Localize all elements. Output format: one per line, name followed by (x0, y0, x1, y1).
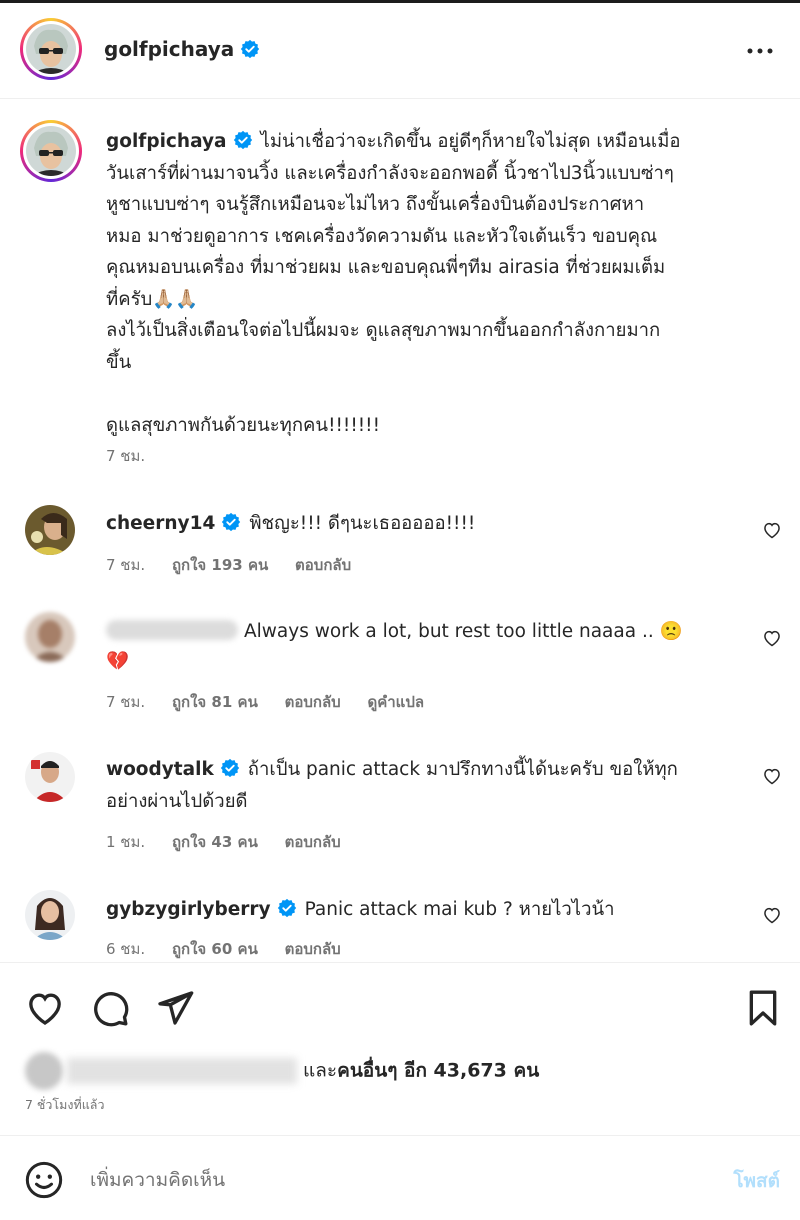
caption-timestamp[interactable]: 7 ชม. (106, 444, 145, 468)
comment-username[interactable]: cheerny14 (106, 513, 215, 534)
comment-meta: 1 ชม. ถูกใจ 43 คน ตอบกลับ (106, 830, 363, 854)
comment-like-count[interactable]: ถูกใจ 193 คน (172, 556, 268, 574)
comment-username[interactable]: woodytalk (106, 759, 214, 780)
heart-icon[interactable] (762, 766, 782, 786)
comment-body: Panic attack mai kub ? หายไวไวน้า (304, 899, 615, 920)
caption-line: ขึ้น (106, 351, 132, 373)
comment-timestamp[interactable]: 7 ชม. (106, 556, 145, 574)
comment-text: Always work a lot, but rest too little n… (106, 616, 683, 647)
reply-button[interactable]: ตอบกลับ (285, 693, 341, 711)
comment-like-count[interactable]: ถูกใจ 43 คน (172, 833, 258, 851)
caption-line: วันเสาร์ที่ผ่านมาจนวิ้ง และเครื่องกำลังจ… (106, 162, 674, 184)
comment-text: cheerny14 พิชญะ!!! ดีๆนะเธอออออ!!!! (106, 508, 475, 539)
likes-others-count[interactable]: คนอื่นๆ อีก 43,673 คน (337, 1060, 539, 1082)
caption-line: หูชาแบบซ่าๆ จนรู้สึกเหมือนจะไม่ไหว ถึงขั… (106, 194, 645, 215)
caption-line (106, 378, 766, 410)
caption-line: golfpichaya ไม่น่าเชื่อว่าจะเกิดขึ้น อยู่… (106, 126, 766, 158)
heart-icon[interactable] (762, 520, 782, 540)
comment-timestamp[interactable]: 7 ชม. (106, 693, 145, 711)
post-header: golfpichaya (0, 3, 800, 99)
liker-name-blurred[interactable] (67, 1058, 297, 1084)
likes-summary[interactable]: และคนอื่นๆ อีก 43,673 คน (25, 1052, 539, 1090)
caption-username[interactable]: golfpichaya (106, 131, 227, 152)
comment-text: woodytalk ถ้าเป็น panic attack มาปรึกทางน… (106, 754, 678, 785)
more-horizontal-icon[interactable] (746, 39, 774, 63)
comment-body: ถ้าเป็น panic attack มาปรึกทางนี้ได้นะคร… (247, 759, 678, 780)
header-username-text[interactable]: golfpichaya (104, 37, 234, 61)
caption-line: ที่ครับ🙏🏼🙏🏼 (106, 288, 199, 310)
comment-avatar[interactable] (25, 752, 75, 802)
comment-body: พิชญะ!!! ดีๆนะเธอออออ!!!! (249, 513, 476, 534)
comment-timestamp[interactable]: 1 ชม. (106, 833, 145, 851)
verified-badge-icon (241, 39, 260, 59)
comment-text-line2: อย่างผ่านไปด้วยดี (106, 791, 248, 812)
comment-avatar[interactable] (25, 505, 75, 555)
comment-username-blurred[interactable] (106, 620, 238, 640)
emoji-smiley-icon[interactable] (24, 1160, 64, 1200)
comment-body: Always work a lot, but rest too little n… (244, 621, 683, 642)
share-send-icon[interactable] (155, 988, 195, 1028)
likes-and-text: และ (303, 1059, 338, 1082)
reply-button[interactable]: ตอบกลับ (285, 940, 341, 958)
liker-avatar-blurred (25, 1052, 63, 1090)
caption-line: คุณหมอบนเครื่อง ที่มาช่วยผม และขอบคุณพี่… (106, 257, 666, 278)
caption-text: ไม่น่าเชื่อว่าจะเกิดขึ้น อยู่ดีๆก็หายใจไ… (260, 131, 681, 152)
header-username[interactable]: golfpichaya (104, 37, 260, 61)
comment-timestamp[interactable]: 6 ชม. (106, 940, 145, 958)
reply-button[interactable]: ตอบกลับ (295, 556, 351, 574)
bookmark-save-icon[interactable] (743, 988, 783, 1028)
comment-meta: 7 ชม. ถูกใจ 193 คน ตอบกลับ (106, 553, 373, 577)
comment-avatar[interactable] (25, 890, 75, 940)
header-avatar[interactable] (20, 18, 82, 80)
comment-like-count[interactable]: ถูกใจ 81 คน (172, 693, 258, 711)
post-timestamp[interactable]: 7 ชั่วโมงที่แล้ว (25, 1095, 104, 1115)
caption-line: หมอ มาช่วยดูอาการ เชคเครื่องวัดความดัน แ… (106, 225, 658, 247)
verified-badge-icon (220, 758, 239, 778)
comment-bubble-icon[interactable] (90, 988, 130, 1028)
comment-meta: 7 ชม. ถูกใจ 81 คน ตอบกลับ ดูคำแปล (106, 690, 446, 714)
heart-icon[interactable] (762, 628, 782, 648)
comment-meta: 6 ชม. ถูกใจ 60 คน ตอบกลับ (106, 937, 363, 961)
add-comment-input[interactable] (90, 1164, 690, 1196)
like-heart-icon[interactable] (25, 988, 65, 1028)
comment-avatar[interactable] (25, 612, 75, 662)
caption-avatar[interactable] (20, 120, 82, 182)
verified-badge-icon (233, 130, 252, 150)
see-translation-button[interactable]: ดูคำแปล (367, 693, 424, 711)
comment-text-line2: 💔 (106, 651, 130, 672)
comment-input-bar: โพสต์ (0, 1135, 800, 1220)
caption-line: ดูแลสุขภาพกันด้วยนะทุกคน!!!!!!! (106, 414, 380, 436)
comment-username[interactable]: gybzygirlyberry (106, 899, 271, 920)
post-comment-button[interactable]: โพสต์ (733, 1166, 780, 1196)
verified-badge-icon (222, 512, 241, 532)
comment-like-count[interactable]: ถูกใจ 60 คน (172, 940, 258, 958)
heart-icon[interactable] (762, 905, 782, 925)
verified-badge-icon (277, 898, 296, 918)
comment-text: gybzygirlyberry Panic attack mai kub ? หา… (106, 894, 615, 925)
caption-line: ลงไว้เป็นสิ่งเตือนใจต่อไปนี้ผมจะ ดูแลสุข… (106, 320, 661, 341)
reply-button[interactable]: ตอบกลับ (285, 833, 341, 851)
post-caption: golfpichaya ไม่น่าเชื่อว่าจะเกิดขึ้น อยู่… (106, 126, 766, 441)
